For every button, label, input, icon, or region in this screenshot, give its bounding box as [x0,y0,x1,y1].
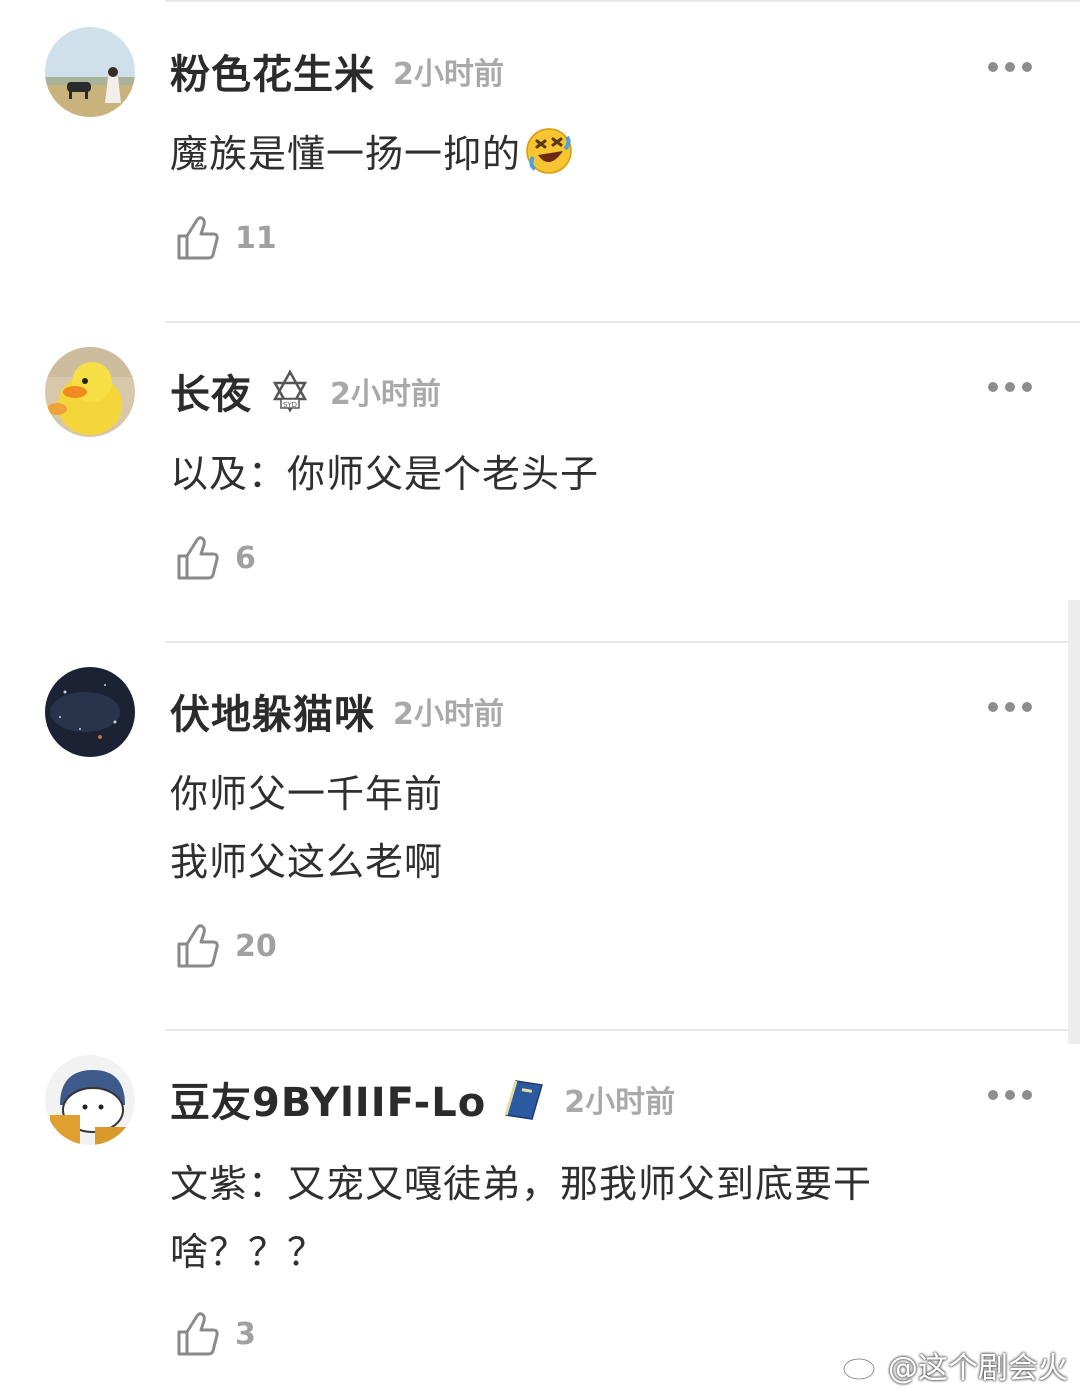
comment-header: 粉色花生米 2小时前 [170,42,504,100]
username[interactable]: 长夜 [170,362,252,420]
like-count: 11 [235,220,277,256]
svg-text:SYD: SYD [283,401,297,409]
timestamp: 2小时前 [393,57,504,92]
thumbs-up-icon [177,536,219,580]
thumbs-up-icon [177,216,219,260]
star-badge-icon: SYD [268,369,312,413]
avatar[interactable] [45,667,135,757]
comment-header: 伏地躲猫咪 2小时前 [170,682,504,740]
like-count: 6 [235,540,256,576]
watermark-text: @这个剧会火 [888,1351,1068,1386]
timestamp: 2小时前 [393,697,504,732]
timestamp: 2小时前 [330,377,441,412]
thumbs-up-icon [177,1312,219,1356]
avatar[interactable] [45,27,135,117]
like-button[interactable]: 6 [175,534,256,582]
weibo-icon [842,1351,881,1381]
avatar[interactable] [45,347,135,437]
thumbs-up-icon [177,924,219,968]
comment-text: 你师父一千年前 我师父这么老啊 [170,772,444,884]
comment-text: 以及：你师父是个老头子 [170,452,600,496]
more-options-icon[interactable] [988,60,1032,74]
like-count: 3 [235,1316,256,1352]
like-button[interactable]: 3 [175,1310,256,1358]
timestamp: 2小时前 [564,1085,676,1120]
username[interactable]: 伏地躲猫咪 [170,682,375,740]
rofl-emoji-icon [525,127,573,175]
more-options-icon[interactable] [988,380,1032,394]
avatar[interactable] [45,1055,135,1145]
more-options-icon[interactable] [988,1088,1032,1102]
divider [165,0,1080,2]
like-count: 20 [235,928,277,964]
scrollbar[interactable] [1068,600,1080,1044]
divider [165,1029,1080,1031]
divider [165,321,1080,323]
comment-text: 魔族是懂一扬一抑的 [170,120,970,188]
username[interactable]: 粉色花生米 [170,42,375,100]
username[interactable]: 豆友9BYlIIF-Lo [170,1070,486,1128]
more-options-icon[interactable] [988,700,1032,714]
comment-text: 文紫：又宠又嘎徒弟，那我师父到底要干 啥？？？ [170,1162,873,1274]
book-badge-icon [502,1077,546,1121]
watermark: @这个剧会火 [842,1343,1068,1387]
comment-header: 长夜 SYD 2小时前 [170,362,441,420]
divider [165,641,1080,643]
comment-header: 豆友9BYlIIF-Lo 2小时前 [170,1070,675,1128]
like-button[interactable]: 20 [175,922,277,970]
like-button[interactable]: 11 [175,214,277,262]
